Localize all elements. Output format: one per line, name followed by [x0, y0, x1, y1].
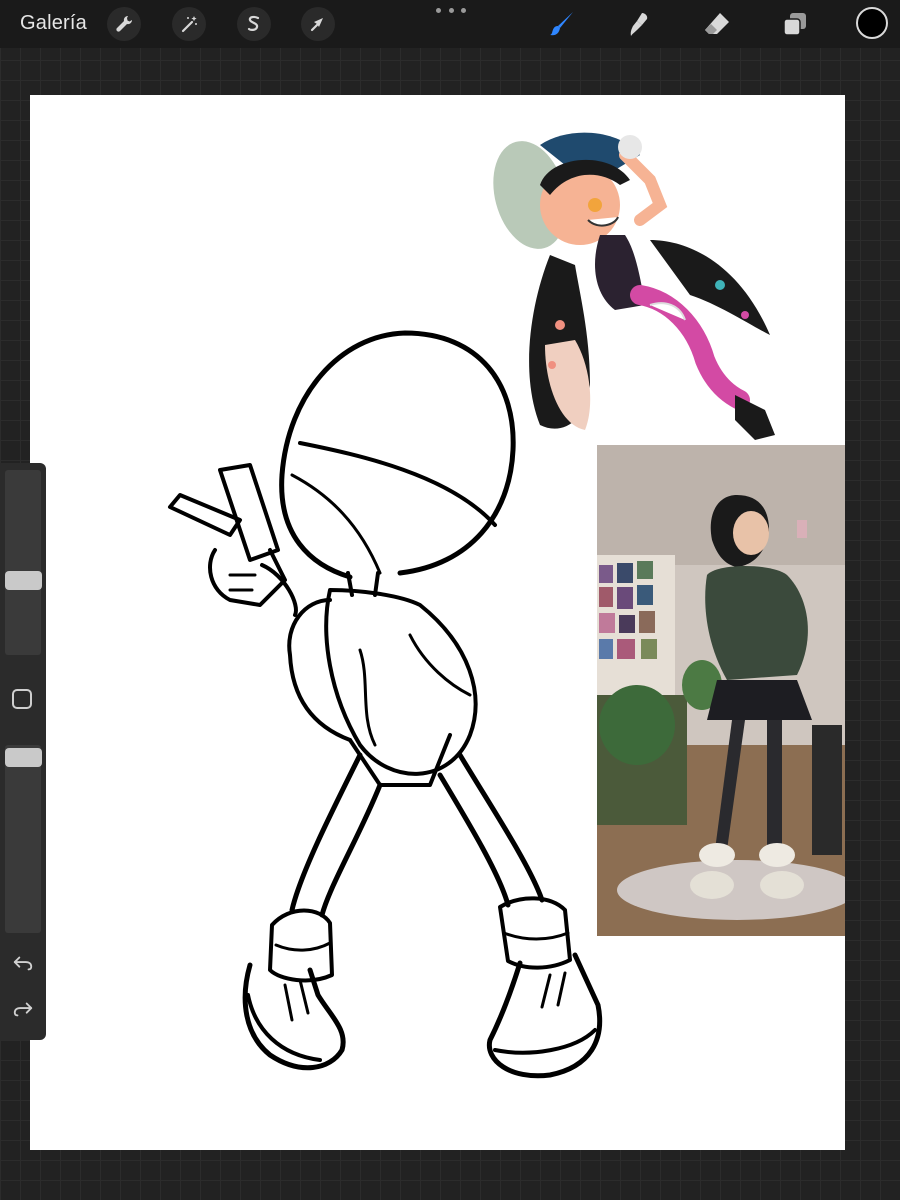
layers-icon [783, 13, 806, 36]
redo-button[interactable] [11, 997, 35, 1021]
procreate-workspace: Galería [0, 0, 900, 1200]
brush-size-handle[interactable] [5, 571, 42, 590]
more-menu-icon[interactable] [436, 4, 466, 16]
reference-photo[interactable] [597, 445, 845, 936]
top-toolbar: Galería [0, 0, 900, 48]
modify-button[interactable] [12, 689, 32, 709]
undo-icon [13, 956, 33, 971]
wrench-icon [116, 15, 133, 32]
selection-s-icon [247, 15, 260, 31]
undo-button[interactable] [11, 951, 35, 975]
brush-tool-button[interactable] [546, 8, 578, 40]
actions-button[interactable] [107, 7, 141, 41]
drawing-canvas[interactable] [30, 95, 845, 1150]
eraser-tool-button[interactable] [701, 8, 733, 40]
sidebar [0, 463, 46, 1040]
redo-icon [13, 1002, 33, 1017]
gallery-button[interactable]: Galería [20, 12, 87, 35]
transform-button[interactable] [301, 7, 335, 41]
smudge-tool-button[interactable] [623, 8, 655, 40]
opacity-slider[interactable] [5, 745, 41, 933]
opacity-handle[interactable] [5, 748, 42, 767]
transform-arrow-icon [310, 18, 323, 32]
layers-button[interactable] [779, 8, 811, 40]
color-picker-button[interactable] [856, 7, 888, 39]
selection-button[interactable] [237, 7, 271, 41]
magic-wand-icon [181, 16, 197, 33]
eraser-icon [705, 13, 729, 34]
reference-cartoon[interactable] [490, 125, 820, 445]
brush-size-slider[interactable] [5, 470, 41, 655]
smudge-icon [630, 13, 648, 36]
brush-icon [550, 12, 573, 36]
adjustments-button[interactable] [172, 7, 206, 41]
